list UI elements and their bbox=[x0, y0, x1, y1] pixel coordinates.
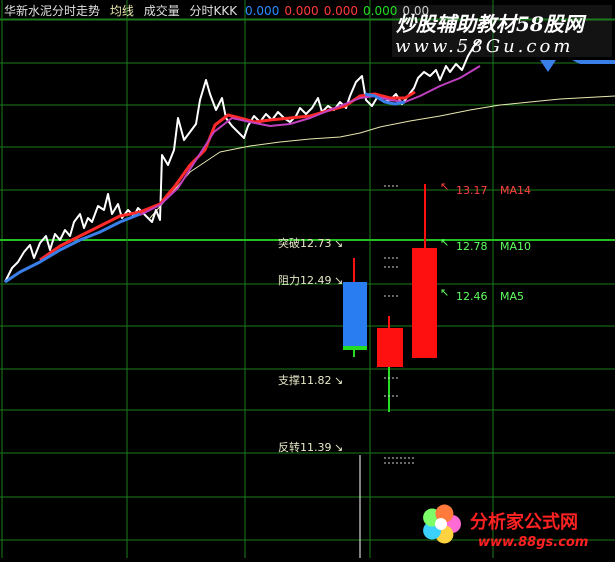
ma-label-name: MA14 bbox=[500, 184, 531, 197]
indicator-value: 0.000 bbox=[284, 4, 319, 18]
logo-flower-icon bbox=[435, 518, 447, 530]
candle-body bbox=[343, 282, 367, 348]
chart-header: 华新水泥分时走势 均线 成交量 分时KKK 0.000 0.000 0.000 0.0… bbox=[4, 3, 440, 19]
stock-title: 华新水泥分时走势 bbox=[4, 4, 101, 18]
level-arrow: ↘ bbox=[334, 441, 343, 454]
ma-purple-line bbox=[139, 65, 481, 216]
level-arrow: ↘ bbox=[334, 237, 343, 250]
site-logo-text: 分析家公式网 bbox=[470, 512, 578, 533]
ma-label-price: 13.17 bbox=[456, 184, 488, 197]
level-label: 支撑11.82 bbox=[278, 373, 332, 387]
indicator-value: 0.000 bbox=[323, 4, 359, 18]
price-line bbox=[4, 39, 481, 283]
indicator-name: 分时KKK bbox=[189, 4, 238, 18]
candle-body bbox=[412, 248, 437, 358]
level-label: 突破12.73 bbox=[278, 236, 332, 250]
level-arrow: ↘ bbox=[334, 274, 343, 287]
ma-label-arrow: ↖ bbox=[440, 180, 449, 193]
ma-label-price: 12.78 bbox=[456, 240, 488, 253]
ma-label-price: 12.46 bbox=[456, 290, 488, 303]
level-label: 阻力12.49 bbox=[278, 274, 332, 287]
avg-line-label: 均线 bbox=[109, 4, 134, 18]
chart-canvas[interactable]: 突破12.73 ↘阻力12.49 ↘支撑11.82 ↘反转11.39 ↘↖ 13.17 MA… bbox=[0, 0, 615, 558]
indicator-value: 0.000 bbox=[244, 4, 280, 18]
ma-label-name: MA10 bbox=[500, 240, 531, 253]
ma-blue-segment bbox=[540, 60, 556, 72]
watermark-title: 炒股辅助教材58股网 bbox=[396, 12, 584, 36]
indicator-value: 0.000 bbox=[363, 4, 398, 18]
ma-label-name: MA5 bbox=[500, 290, 524, 303]
level-label: 反转11.39 bbox=[278, 440, 332, 454]
volume-label: 成交量 bbox=[143, 4, 180, 18]
average-price-line bbox=[149, 95, 615, 219]
watermark-url: www.58Gu.com bbox=[395, 36, 574, 57]
candle-body bbox=[343, 346, 367, 350]
intraday-chart[interactable]: 突破12.73 ↘ 阻力12.49 ↘ 支撑11.82 ↘ 反转11.39 ↘ ↖ 13.17 MA… bbox=[0, 0, 615, 558]
site-logo-url: www.88gs.com bbox=[478, 535, 589, 550]
candle-body bbox=[377, 328, 403, 367]
ma-label-arrow: ↖ bbox=[440, 236, 449, 249]
ma-label-arrow: ↖ bbox=[440, 286, 449, 299]
level-arrow: ↘ bbox=[334, 374, 343, 387]
